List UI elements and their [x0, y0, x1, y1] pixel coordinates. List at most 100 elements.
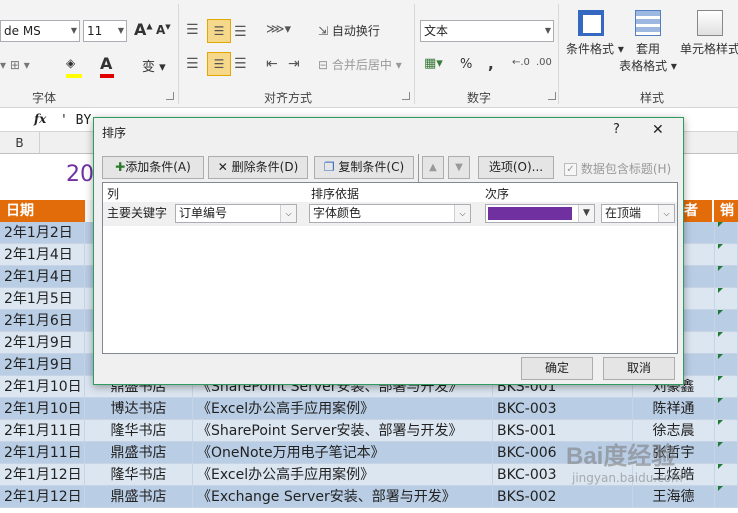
cell-date[interactable]: 2年1月5日	[0, 288, 85, 310]
decrease-indent-button[interactable]: ⇤	[266, 56, 278, 72]
header-sales[interactable]: 销	[714, 200, 738, 222]
has-headers-checkbox[interactable]: ✓ 数据包含标题(H)	[564, 160, 671, 177]
increase-decimal-button[interactable]: ←.0	[512, 57, 530, 68]
group-separator	[178, 4, 179, 104]
conditional-format-button[interactable]: 条件格式 ▾	[566, 10, 624, 57]
help-button[interactable]: ?	[613, 122, 620, 137]
align-center-button[interactable]: ☰	[207, 52, 231, 76]
chevron-down-icon: ▼	[578, 205, 594, 222]
font-size-box[interactable]: 11 ▼	[83, 20, 127, 42]
error-indicator-icon	[718, 288, 723, 293]
error-indicator-icon	[718, 244, 723, 249]
sheet-title[interactable]: 20	[66, 162, 94, 187]
cell-book[interactable]: 《Excel办公高手应用案例》	[193, 464, 493, 486]
order-position-select[interactable]: 在顶端 ⌵	[601, 204, 675, 223]
cell-date[interactable]: 2年1月2日	[0, 222, 85, 244]
sort-level-row[interactable]: 主要关键字 订单编号 ⌵ 字体颜色 ⌵ ▼ 在顶端 ⌵	[103, 202, 677, 226]
align-right-button[interactable]: ☰	[234, 56, 247, 72]
delete-icon: ✕	[217, 160, 228, 174]
add-level-button[interactable]: ✚添加条件(A)	[102, 156, 204, 179]
error-indicator-icon	[718, 398, 723, 403]
cell-styles-icon	[697, 10, 723, 36]
sort-on-select[interactable]: 字体颜色 ⌵	[309, 204, 471, 223]
cell-store[interactable]: 隆华书店	[85, 420, 193, 442]
orientation-button[interactable]: ⋙▾	[266, 22, 291, 37]
borders-button[interactable]: ▾ ⊞ ▾	[0, 58, 30, 72]
font-dialog-launcher[interactable]	[166, 92, 174, 100]
fill-color-button[interactable]: ◈	[66, 56, 82, 78]
options-button[interactable]: 选项(O)...	[478, 156, 554, 179]
number-dialog-launcher[interactable]	[548, 92, 556, 100]
copy-icon: ❐	[323, 160, 335, 174]
percent-button[interactable]: %	[460, 57, 472, 72]
decrease-decimal-button[interactable]: .00	[536, 57, 552, 68]
copy-level-button[interactable]: ❐ 复制条件(C)	[314, 156, 414, 179]
group-separator	[558, 4, 559, 104]
col-header-column: 列	[107, 187, 120, 201]
comma-button[interactable]: ,	[488, 55, 494, 73]
cell-date[interactable]: 2年1月9日	[0, 332, 85, 354]
number-format-box[interactable]: 文本 ▼	[420, 20, 554, 42]
wrap-text-icon: ⇲	[318, 24, 329, 38]
align-middle-button[interactable]: ☰	[207, 19, 231, 43]
cell-date[interactable]: 2年1月10日	[0, 398, 85, 420]
increase-indent-button[interactable]: ⇥	[288, 56, 300, 72]
column-select[interactable]: 订单编号 ⌵	[175, 204, 297, 223]
cell-date[interactable]: 2年1月12日	[0, 464, 85, 486]
font-name-box[interactable]: de MS ▼	[0, 20, 80, 42]
watermark-brand: Bai度经验	[566, 443, 676, 470]
cell-book[interactable]: 《SharePoint Server安装、部署与开发》	[193, 420, 493, 442]
font-color-button[interactable]: A	[100, 54, 114, 78]
cell-store[interactable]: 鼎盛书店	[85, 486, 193, 508]
alignment-dialog-launcher[interactable]	[402, 92, 410, 100]
group-label-styles: 样式	[640, 91, 665, 105]
cell-book[interactable]: 《Exchange Server安装、部署与开发》	[193, 486, 493, 508]
group-separator	[414, 4, 415, 104]
accounting-format-button[interactable]: ▦▾	[424, 56, 443, 71]
cell-store[interactable]: 鼎盛书店	[85, 442, 193, 464]
cell-date[interactable]: 2年1月11日	[0, 442, 85, 464]
error-indicator-icon	[718, 442, 723, 447]
cell-book[interactable]: 《OneNote万用电子笔记本》	[193, 442, 493, 464]
ok-button[interactable]: 确定	[521, 357, 593, 380]
error-indicator-icon	[718, 310, 723, 315]
move-up-button[interactable]: ▲	[422, 156, 444, 179]
fx-icon[interactable]: fx	[34, 112, 46, 126]
cell-store[interactable]: 博达书店	[85, 398, 193, 420]
cell-code[interactable]: BKC-003	[493, 398, 633, 420]
col-header-order: 次序	[485, 187, 510, 201]
sort-dialog: 排序 ? ✕ ✚添加条件(A) ✕ 删除条件(D) ❐ 复制条件(C) ▲ ▼ …	[93, 117, 684, 385]
cell-code[interactable]: BKS-002	[493, 486, 633, 508]
cell-book[interactable]: 《Excel办公高手应用案例》	[193, 398, 493, 420]
align-top-button[interactable]: ☰	[186, 22, 199, 38]
cell-date[interactable]: 2年1月11日	[0, 420, 85, 442]
cell-person[interactable]: 王海德	[633, 486, 715, 508]
merge-center-button[interactable]: ⊟ 合并后居中 ▾	[318, 56, 402, 73]
cell-date[interactable]: 2年1月4日	[0, 266, 85, 288]
move-down-button[interactable]: ▼	[448, 156, 470, 179]
cell-date[interactable]: 2年1月6日	[0, 310, 85, 332]
close-icon[interactable]: ✕	[652, 122, 664, 138]
header-date[interactable]: 日期	[0, 200, 85, 222]
cell-date[interactable]: 2年1月10日	[0, 376, 85, 398]
cell-styles-button[interactable]: 单元格样式	[680, 10, 738, 57]
col-header-sort-on: 排序依据	[311, 187, 360, 201]
format-as-table-button[interactable]: 套用 表格格式 ▾	[618, 10, 678, 74]
grow-font-button[interactable]: A▲	[134, 20, 153, 39]
cell-date[interactable]: 2年1月4日	[0, 244, 85, 266]
align-left-button[interactable]: ☰	[186, 56, 199, 72]
cell-store[interactable]: 隆华书店	[85, 464, 193, 486]
cell-date[interactable]: 2年1月9日	[0, 354, 85, 376]
shrink-font-button[interactable]: A▼	[156, 23, 171, 37]
align-bottom-button[interactable]: ☰	[234, 24, 247, 40]
cell-person[interactable]: 陈祥通	[633, 398, 715, 420]
chevron-down-icon: ▼	[70, 26, 77, 35]
column-header-b[interactable]: B	[0, 132, 40, 154]
delete-level-button[interactable]: ✕ 删除条件(D)	[208, 156, 308, 179]
number-format-value: 文本	[424, 24, 449, 38]
phonetic-button[interactable]: 变 ▾	[142, 56, 166, 75]
cell-date[interactable]: 2年1月12日	[0, 486, 85, 508]
cancel-button[interactable]: 取消	[603, 357, 675, 380]
wrap-text-button[interactable]: ⇲ 自动换行	[318, 22, 380, 39]
order-color-select[interactable]: ▼	[485, 204, 595, 223]
